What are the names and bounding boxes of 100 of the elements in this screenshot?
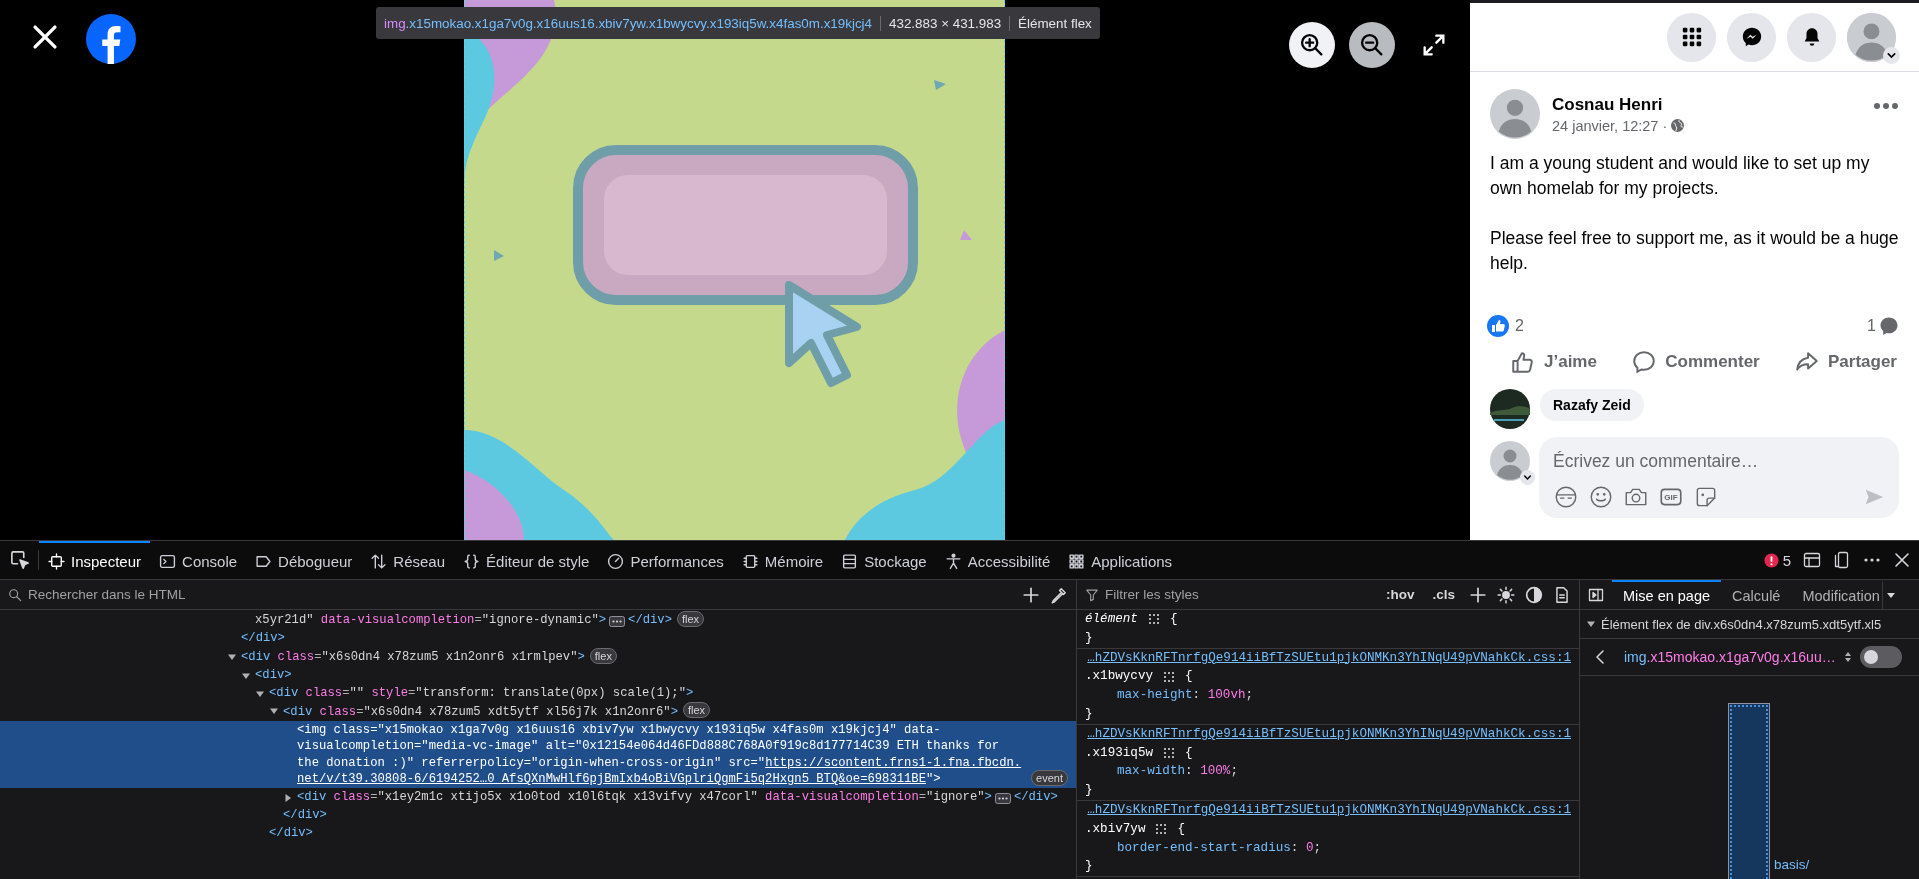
commenter-name[interactable]: Razafy Zeid (1540, 389, 1644, 421)
stylesheet-link[interactable]: …hZDVsKknRFTnrfgQe914iiBfTzSUEtu1pjkONMKn3YhINqU49pVNahkCk.css:1 (1087, 648, 1571, 668)
devtools-tab[interactable]: Accessibilité (935, 541, 1060, 579)
author-name[interactable]: Cosnau Henri (1552, 94, 1861, 115)
devtools-tab[interactable]: Applications (1059, 541, 1182, 579)
style-toggle-button[interactable]: :hov (1381, 587, 1419, 602)
brace: { (1185, 744, 1193, 762)
diagram-label: basis/ (1774, 857, 1810, 872)
sidebar-tab[interactable]: Mise en page (1612, 580, 1722, 610)
markup-badge[interactable]: flex (589, 647, 617, 664)
devtools-tab[interactable]: Inspecteur (39, 541, 151, 579)
element-role: Élément flex (1009, 15, 1100, 31)
search-icon (8, 587, 22, 602)
smiley-icon[interactable] (1588, 484, 1614, 510)
markup-row[interactable]: <div class="x6s0dn4 x78zum5 x1n2onr6 x1rmlpev"> flex (0, 646, 1076, 667)
devtools-tab[interactable]: Performances (598, 541, 733, 579)
console-icon (159, 552, 177, 570)
collapsed-content-icon[interactable] (609, 615, 626, 627)
disclosure-triangle-icon[interactable] (283, 793, 293, 804)
eyedropper-icon[interactable] (1050, 585, 1068, 604)
sun-icon[interactable] (1497, 585, 1515, 604)
markup-text: </div> (628, 612, 672, 629)
markup-row[interactable]: <div class="x6s0dn4 x78zum5 xdt5ytf xl56j7k x1n2onr6"> flex (0, 701, 1076, 721)
element-selector: img.x15mokao.x1ga7v0g.x16uus16.xbiv7yw.x1bwycvy.x193iq5w.x4fas0m.x19kjcj4 (383, 15, 874, 31)
markup-text: </div> (1013, 789, 1058, 806)
zoom-in-button[interactable] (1289, 22, 1335, 68)
markup-row[interactable]: <div> (0, 666, 1076, 684)
css-declaration[interactable]: border-end-start-radius: 0; (1085, 838, 1571, 858)
share-button[interactable]: Partager (1794, 345, 1897, 379)
markup-row[interactable]: x5yr21d" data-visualcompletion="ignore-dynamic"> </div> flex (0, 610, 1076, 630)
add-rule-icon[interactable] (1469, 585, 1487, 604)
markup-text: <div class="x6s0dn4 x78zum5 xdt5ytf xl56j7k x1n2onr6"> (283, 703, 678, 721)
devtools-tab[interactable]: Éditeur de style (454, 541, 599, 579)
markup-row[interactable]: <div class="x1ey2m1c xtijo5x x1o0tod x10l6tqk x13vifvy x47corl" data-visualcompletion="ignore"> </div> (0, 788, 1076, 807)
devtools-tab[interactable]: Débogueur (246, 541, 362, 579)
flex-grid-icon[interactable] (1163, 746, 1176, 759)
flex-grid-icon[interactable] (1147, 613, 1160, 626)
style-toggle-button[interactable]: .cls (1428, 587, 1459, 602)
brace: { (1185, 668, 1193, 686)
thumbs-up-icon[interactable] (1487, 315, 1509, 337)
style-filter-field[interactable]: Filtrer les styles (1103, 586, 1372, 603)
devtools-tab[interactable]: Console (150, 541, 247, 579)
dot-grid-icon (1068, 552, 1086, 570)
add-icon[interactable] (1022, 585, 1040, 604)
post-time[interactable]: 24 janvier, 12:27 (1552, 117, 1659, 134)
markup-badge[interactable]: flex (683, 702, 711, 719)
figure-icon (944, 552, 962, 570)
devtools-tab[interactable]: Mémoire (732, 541, 833, 579)
curly-braces-icon (463, 552, 481, 570)
reaction-count[interactable]: 2 (1515, 317, 1868, 335)
markup-row[interactable] (0, 720, 1076, 789)
html-search-field[interactable]: Rechercher dans le HTML (26, 586, 1012, 603)
rule-selector: .x1bwycvy (1085, 668, 1154, 686)
chat-bubble-icon (1740, 26, 1763, 48)
flex-item-selector[interactable]: img.x15mokao.x1ga7v0g.x16uu… (1624, 649, 1836, 665)
sidebar-tab[interactable]: Modification (1791, 580, 1883, 610)
markup-text: </div> (269, 824, 313, 842)
logo-icon[interactable] (86, 14, 136, 64)
menu-button[interactable] (1667, 12, 1716, 62)
devtools-tab[interactable]: Stockage (832, 541, 936, 579)
close-icon[interactable] (1893, 551, 1911, 569)
flex-grid-icon[interactable] (1163, 670, 1176, 683)
markup-badge[interactable]: flex (677, 610, 705, 627)
half-moon-icon[interactable] (1525, 585, 1543, 604)
separator-dot: · (1662, 117, 1668, 134)
avatar-icon (1490, 89, 1540, 139)
messenger-button[interactable] (1727, 12, 1776, 62)
back-chevron-icon[interactable] (1594, 650, 1606, 664)
markup-badge[interactable]: event (1031, 769, 1068, 786)
flex-grid-icon[interactable] (1155, 823, 1168, 836)
rule-selector: élément (1085, 611, 1138, 628)
split-console-icon[interactable] (1803, 551, 1821, 569)
dock-icon[interactable] (1833, 551, 1851, 569)
markup-row[interactable]: <div class="" style="transform: translate(0px) scale(1);"> (0, 683, 1076, 702)
comment-count[interactable]: 1 (1867, 317, 1876, 335)
brace: { (1177, 820, 1186, 838)
highlight-toggle-switch[interactable] (1859, 646, 1902, 668)
error-count[interactable]: 5 (1763, 551, 1791, 569)
markup-text: x5yr21d" data-visualcompletion="ignore-dynamic"> (255, 612, 607, 629)
chevron-icon (1883, 46, 1900, 64)
error-icon (1763, 552, 1779, 568)
post-text: Please feel free to support me, as it would be a huge help. (1490, 227, 1899, 275)
brace: } (1085, 782, 1094, 800)
sidebar-tab[interactable]: Calculé (1721, 580, 1792, 610)
stylesheet-link[interactable]: …hZDVsKknRFTnrfgQe914iiBfTzSUEtu1pjkONMKn3YhINqU49pVNahkCk.css:1 (1087, 724, 1571, 744)
css-declaration[interactable]: max-width: 100%; (1085, 762, 1571, 782)
document-icon[interactable] (1553, 585, 1571, 604)
avatar-sticker-icon[interactable] (1553, 484, 1579, 510)
collapsed-content-icon[interactable] (994, 792, 1011, 804)
disclosure-triangle-icon[interactable] (1586, 619, 1596, 629)
notifications-button[interactable] (1787, 12, 1836, 62)
css-declaration[interactable]: max-height: 100vh; (1085, 686, 1571, 705)
like-button[interactable]: J’aime (1510, 345, 1597, 379)
comment-button[interactable]: Commenter (1631, 345, 1760, 379)
stylesheet-link[interactable]: …hZDVsKknRFTnrfgQe914iiBfTzSUEtu1pjkONMKn3YhINqU49pVNahkCk.css:1 (1087, 800, 1571, 820)
up-down-icon[interactable] (1843, 651, 1852, 663)
markup-text: </div> (283, 806, 327, 824)
devtools-tab[interactable]: Réseau (361, 541, 455, 579)
brace: } (1085, 706, 1094, 723)
brace: } (1085, 858, 1094, 876)
